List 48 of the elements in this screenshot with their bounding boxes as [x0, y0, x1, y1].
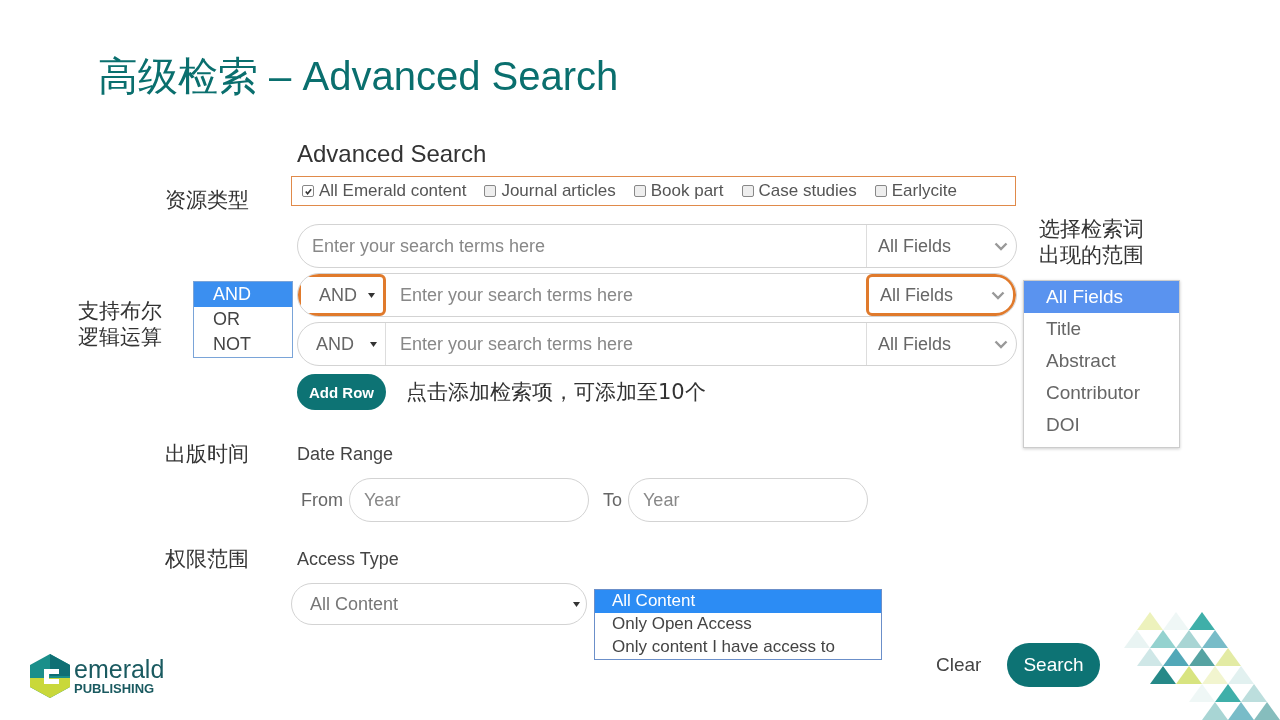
chevron-down-icon [991, 290, 1005, 300]
to-year-input[interactable]: Year [628, 478, 868, 522]
resource-type-annotation: 资源类型 [165, 187, 250, 214]
search-button[interactable]: Search [1007, 643, 1100, 687]
resource-type-checkbox[interactable]: Earlycite [874, 181, 957, 201]
field-select[interactable]: All Fields [866, 323, 1016, 365]
field-option[interactable]: DOI [1024, 409, 1179, 441]
resource-type-checkbox[interactable]: All Emerald content [302, 181, 467, 201]
resource-type-checkbox[interactable]: Journal articles [484, 181, 616, 201]
date-range-label: Date Range [297, 443, 394, 465]
operator-select[interactable]: AND [298, 323, 386, 365]
boolean-annotation: 支持布尔逻辑运算 [78, 298, 163, 350]
add-row-annotation: 点击添加检索项，可添加至10个 [406, 379, 706, 406]
access-option[interactable]: Only content I have access to [595, 636, 881, 659]
resource-type-checkbox[interactable]: Book part [633, 181, 724, 201]
operator-option[interactable]: AND [194, 282, 292, 307]
resource-type-checkbox[interactable]: Case studies [741, 181, 857, 201]
search-field[interactable]: AND Enter your search terms here All Fields [297, 273, 1017, 317]
from-label: From [301, 489, 343, 511]
access-option[interactable]: Only Open Access [595, 613, 881, 636]
field-select[interactable]: All Fields [866, 225, 1016, 267]
operator-option[interactable]: NOT [194, 332, 292, 357]
logo-icon [30, 654, 70, 698]
operator-option[interactable]: OR [194, 307, 292, 332]
to-label: To [603, 489, 622, 511]
chevron-down-icon [994, 241, 1008, 251]
field-annotation: 选择检索词出现的范围 [1039, 216, 1145, 268]
field-option[interactable]: Title [1024, 313, 1179, 345]
caret-icon [368, 292, 375, 298]
operator-select[interactable]: AND [298, 274, 386, 316]
form-heading: Advanced Search [297, 140, 487, 168]
field-option[interactable]: Abstract [1024, 345, 1179, 377]
date-annotation: 出版时间 [165, 441, 250, 468]
field-option[interactable]: Contributor [1024, 377, 1179, 409]
logo-wordmark: emerald [74, 657, 165, 682]
from-year-input[interactable]: Year [349, 478, 589, 522]
logo-tagline: PUBLISHING [74, 682, 156, 695]
access-annotation: 权限范围 [165, 546, 250, 573]
access-type-label: Access Type [297, 548, 399, 570]
field-option[interactable]: All Fields [1024, 281, 1179, 313]
clear-button[interactable]: Clear [930, 653, 988, 677]
access-option[interactable]: All Content [595, 590, 881, 613]
slide-title: 高级检索 – Advanced Search [97, 53, 620, 100]
field-select[interactable]: All Fields [866, 274, 1016, 316]
add-row-button[interactable]: Add Row [297, 374, 386, 410]
chevron-down-icon [994, 339, 1008, 349]
caret-icon [573, 601, 580, 607]
caret-icon [370, 341, 377, 347]
